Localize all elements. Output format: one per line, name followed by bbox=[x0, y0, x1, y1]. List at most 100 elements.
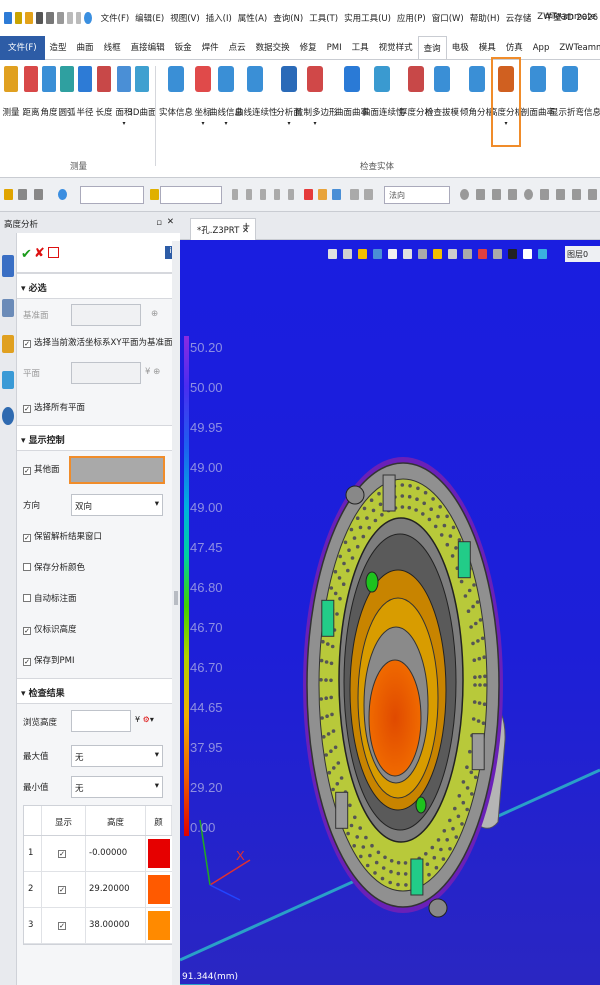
ribbon-tab[interactable]: 造型 bbox=[45, 36, 72, 60]
menu-item[interactable]: 云存储 bbox=[506, 12, 532, 24]
plane-options-icon[interactable]: ¥ ⊕ bbox=[145, 367, 160, 377]
ribbon-button[interactable]: 坐标 ▾ bbox=[191, 66, 215, 136]
ribbon-button[interactable]: 显示折弯信息 bbox=[550, 66, 600, 136]
keep-result-row[interactable]: ✓ 保留解析结果窗口 bbox=[17, 520, 180, 551]
keep-color-row[interactable]: 保存分析颜色 bbox=[17, 551, 180, 582]
user-icon[interactable] bbox=[2, 407, 14, 425]
tool-icon-10[interactable] bbox=[364, 189, 373, 200]
display-header[interactable]: 显示 bbox=[42, 806, 86, 835]
ribbon-tab[interactable]: 线框 bbox=[99, 36, 126, 60]
scrollbar-thumb[interactable] bbox=[174, 591, 178, 605]
use-xy-row[interactable]: ✓ 选择当前激活坐标系XY平面为基准面 bbox=[17, 330, 180, 357]
save-all-icon[interactable] bbox=[46, 12, 54, 24]
auto-mark-checkbox[interactable] bbox=[23, 594, 31, 602]
ribbon-button[interactable]: 曲线连续性 bbox=[235, 66, 278, 136]
other-face-color-swatch[interactable] bbox=[69, 456, 165, 484]
ribbon-tab[interactable]: 钣金 bbox=[170, 36, 197, 60]
view-tool-icon[interactable] bbox=[478, 249, 487, 259]
plane-input[interactable] bbox=[71, 362, 141, 384]
ribbon-button[interactable]: 距离 bbox=[22, 66, 40, 136]
tool-icon-12[interactable] bbox=[476, 189, 485, 200]
menu-item[interactable]: 帮助(H) bbox=[470, 12, 500, 24]
view-icon[interactable] bbox=[2, 335, 14, 353]
ribbon-button[interactable]: 高度分析 ▾ bbox=[489, 57, 523, 147]
pin-icon[interactable]: ▫ bbox=[156, 218, 162, 228]
ribbon-tab[interactable]: 视觉样式 bbox=[374, 36, 418, 60]
keep-result-checkbox[interactable]: ✓ bbox=[23, 534, 31, 542]
save-pmi-row[interactable]: ✓ 保存到PMI bbox=[17, 644, 180, 678]
print-icon[interactable] bbox=[56, 12, 65, 24]
tool-icon-9[interactable] bbox=[350, 189, 359, 200]
view-tool-icon[interactable] bbox=[373, 249, 382, 259]
auto-mark-row[interactable]: 自动标注面 bbox=[17, 582, 180, 613]
tool-icon-3[interactable] bbox=[260, 189, 266, 200]
color-header[interactable]: 颜 bbox=[146, 806, 172, 835]
row-color-swatch[interactable] bbox=[148, 911, 170, 940]
ok-icon[interactable]: ✔ bbox=[21, 247, 32, 262]
save-icon[interactable] bbox=[35, 12, 44, 24]
filter-icon[interactable] bbox=[34, 189, 43, 200]
redo-icon[interactable] bbox=[75, 12, 82, 24]
tool-icon-19[interactable] bbox=[588, 189, 597, 200]
ribbon-button[interactable]: 厚度分析 bbox=[399, 66, 433, 136]
ribbon-tab[interactable]: 工具 bbox=[347, 36, 374, 60]
ribbon-button[interactable]: 实体信息 bbox=[159, 66, 193, 136]
select-all-planes-row[interactable]: ✓ 选择所有平面 bbox=[17, 395, 180, 425]
ribbon-tab[interactable]: 点云 bbox=[224, 36, 251, 60]
view-tool-icon[interactable] bbox=[493, 249, 502, 259]
filter-combo[interactable] bbox=[80, 186, 144, 204]
new-file-icon[interactable] bbox=[14, 12, 23, 24]
refresh-icon[interactable] bbox=[84, 12, 92, 24]
dropdown-arrow-icon[interactable]: ▾ bbox=[303, 120, 327, 127]
select-icon[interactable] bbox=[4, 189, 13, 200]
tool-icon-11[interactable] bbox=[460, 189, 469, 200]
table-row[interactable]: 2 ✓ 29.20000 bbox=[24, 872, 172, 908]
model-canvas[interactable]: X bbox=[180, 240, 600, 985]
menu-item[interactable]: 应用(P) bbox=[397, 12, 426, 24]
other-face-checkbox[interactable]: ✓ bbox=[23, 467, 31, 475]
ribbon-tab[interactable]: 曲面 bbox=[72, 36, 99, 60]
rotate-icon[interactable] bbox=[58, 189, 67, 200]
ribbon-tab[interactable]: 直接编辑 bbox=[126, 36, 170, 60]
table-row[interactable]: 1 ✓ -0.00000 bbox=[24, 836, 172, 872]
ribbon-button[interactable]: 角度 bbox=[40, 66, 58, 136]
ribbon-tab[interactable]: 电极 bbox=[447, 36, 474, 60]
select-all-planes-checkbox[interactable]: ✓ bbox=[23, 405, 31, 413]
tool-icon-8[interactable] bbox=[332, 189, 341, 200]
part-model[interactable] bbox=[303, 457, 506, 918]
row-visible-checkbox[interactable]: ✓ bbox=[58, 850, 66, 858]
section-required[interactable]: ▾ 必选 bbox=[17, 273, 180, 299]
tool-icon-16[interactable] bbox=[540, 189, 549, 200]
ribbon-button[interactable]: 长度 bbox=[95, 66, 113, 136]
open-file-icon[interactable] bbox=[25, 12, 33, 24]
dropdown-arrow-icon[interactable]: ▾ bbox=[115, 120, 133, 127]
ribbon-button[interactable]: 3D曲面 bbox=[128, 66, 156, 136]
section-display[interactable]: ▾ 显示控制 bbox=[17, 425, 180, 451]
apply-icon[interactable] bbox=[48, 247, 59, 258]
snap-icon[interactable] bbox=[150, 189, 159, 200]
ribbon-button[interactable]: 曲面连续性 bbox=[362, 66, 405, 136]
row-color-swatch[interactable] bbox=[148, 839, 170, 868]
dropdown-arrow-icon[interactable]: ▾ bbox=[494, 120, 518, 127]
view-tool-icon[interactable] bbox=[463, 249, 472, 259]
view-tool-icon[interactable] bbox=[418, 249, 427, 259]
only-height-row[interactable]: ✓ 仅标识高度 bbox=[17, 613, 180, 644]
ribbon-tab[interactable]: App bbox=[528, 36, 555, 60]
ribbon-tab[interactable]: 模具 bbox=[474, 36, 501, 60]
tool-icon-14[interactable] bbox=[508, 189, 517, 200]
dropdown-arrow-icon[interactable]: ▾ bbox=[191, 120, 215, 127]
max-select[interactable]: 无 bbox=[71, 745, 163, 767]
inspector-icon[interactable] bbox=[2, 371, 14, 389]
menu-item[interactable]: 查询(N) bbox=[273, 12, 303, 24]
panel-scrollbar[interactable] bbox=[172, 241, 180, 985]
view-tool-icon[interactable] bbox=[433, 249, 442, 259]
view-tool-icon[interactable] bbox=[538, 249, 547, 259]
view-tool-icon[interactable] bbox=[448, 249, 457, 259]
tool-icon-4[interactable] bbox=[274, 189, 280, 200]
pick-face-icon[interactable]: ⊕ bbox=[151, 309, 158, 319]
menu-item[interactable]: 插入(I) bbox=[206, 12, 232, 24]
layer-combo[interactable]: 图层0 bbox=[565, 246, 600, 262]
dropdown-arrow-icon[interactable]: ▾ bbox=[214, 120, 238, 127]
filter-text-combo[interactable]: 法向 bbox=[384, 186, 450, 204]
ribbon-button[interactable]: 圆弧 bbox=[58, 66, 76, 136]
